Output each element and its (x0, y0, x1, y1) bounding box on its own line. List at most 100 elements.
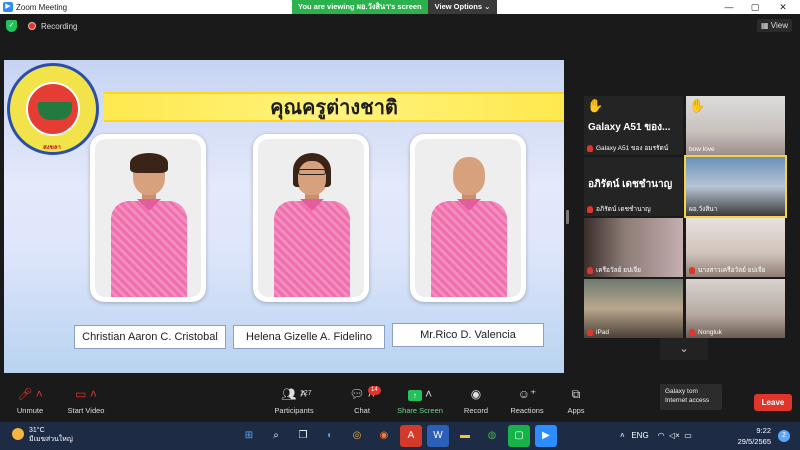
chat-label: Chat (354, 406, 370, 415)
hair (130, 153, 168, 173)
participant-tile[interactable]: iPad (584, 279, 683, 338)
chat-button[interactable]: 💬︎ ˄ 14 Chat (332, 384, 392, 420)
participant-name: iPad (596, 329, 610, 336)
battery-icon[interactable]: ▭ (684, 431, 692, 440)
volume-muted-icon[interactable]: ◁× (669, 431, 680, 440)
participant-tile[interactable]: ✋ Galaxy A51 ของ... Galaxy A51 ของ อมรรั… (584, 96, 683, 155)
more-participants-chevron-icon[interactable]: ⌄ (660, 338, 708, 360)
view-options-button[interactable]: View Options ⌄ (427, 0, 498, 14)
search-icon[interactable]: ⌕ (265, 425, 287, 447)
participant-name: อภิรัตน์ เดชชำนาญ (596, 206, 651, 213)
participant-name: Galaxy A51 ของ อมรรัตน์ (596, 145, 669, 152)
share-screen-button[interactable]: ↑ ˄ Share Screen (390, 384, 450, 420)
window-title: Zoom Meeting (16, 2, 68, 12)
share-screen-icon: ↑ (407, 390, 422, 401)
view-button[interactable]: ▦ View (757, 19, 792, 32)
mic-muted-icon (689, 329, 695, 336)
participants-button[interactable]: 👥︎ ˄ 127 Participants (264, 384, 324, 420)
participant-tile[interactable]: ✋ bow love (686, 96, 785, 155)
chrome-icon[interactable]: ◍ (481, 425, 503, 447)
participant-tile[interactable]: Nongluk (686, 279, 785, 338)
school-logo: สงขลา (7, 63, 99, 155)
clock-date: 29/5/2565 (737, 437, 771, 446)
shirt (274, 201, 350, 297)
raised-hand-icon: ✋ (689, 98, 706, 113)
participant-tile[interactable]: นางสาวเครือวัลย์ ยปเจีย (686, 218, 785, 277)
start-video-label: Start Video (67, 406, 105, 415)
apps-label: Apps (567, 406, 585, 415)
participants-count: 127 (300, 390, 312, 397)
viewing-screen-label: You are viewing ผอ.วังสินา's screen (292, 0, 428, 14)
participant-tile[interactable]: อภิรัตน์ เดชชำนาญ อภิรัตน์ เดชชำนาญ (584, 157, 683, 216)
view-label: View (770, 21, 788, 30)
weather-description: มีเมฆส่วนใหญ่ (29, 436, 73, 443)
line-app-icon[interactable]: ▢ (508, 425, 530, 447)
system-tray: ˄ ENG ◠ ◁× ▭ (620, 431, 692, 440)
windows-taskbar: 31°C มีเมฆส่วนใหญ่ ⊞ ⌕ ❐ ◐ ◎ ◉ A W ▬ ◍ ▢ … (0, 422, 800, 450)
ship-icon (38, 102, 72, 120)
pdf-reader-icon[interactable]: A (400, 425, 422, 447)
camera-app-icon[interactable]: ◎ (346, 425, 368, 447)
participants-label: Participants (274, 406, 314, 415)
tooltip-line-2: Internet access (665, 397, 710, 404)
zoom-app-icon: ▶ (3, 2, 13, 12)
minimize-button[interactable]: — (716, 0, 742, 14)
raised-hand-icon: ✋ (587, 98, 604, 113)
firefox-icon[interactable]: ◉ (373, 425, 395, 447)
word-icon[interactable]: W (427, 425, 449, 447)
start-menu-icon[interactable]: ⊞ (238, 425, 260, 447)
participant-name: bow love (689, 146, 715, 153)
wifi-icon[interactable]: ◠ (658, 431, 665, 440)
notification-badge[interactable]: 2 (778, 430, 790, 442)
face (453, 157, 485, 195)
leave-button[interactable]: Leave (754, 394, 792, 411)
meeting-top-bar: ✓ Recording ▦ View (0, 14, 800, 38)
mic-muted-icon: 🎤︎ ˄ (17, 387, 43, 401)
grid-icon: ▦ (761, 21, 771, 30)
clock-time: 9:22 (756, 426, 771, 435)
start-video-button[interactable]: ▭ ˄ Start Video (56, 384, 116, 420)
wifi-tooltip: Galaxy tom Internet access (660, 384, 722, 410)
participant-tile[interactable]: เครือวัลย์ ยปเจีย (584, 218, 683, 277)
apps-icon: ⧉ (571, 387, 581, 401)
edge-browser-icon[interactable]: ◐ (319, 425, 341, 447)
mic-muted-icon (587, 205, 593, 213)
logo-emblem (26, 82, 80, 136)
weather-sun-icon (12, 428, 24, 440)
mic-muted-icon (587, 329, 593, 336)
security-shield-icon[interactable]: ✓ (6, 20, 17, 32)
glasses (298, 169, 326, 175)
teacher-name-3: Mr.Rico D. Valencia (392, 323, 544, 347)
shirt (431, 201, 507, 297)
shared-screen: คุณครูต่างชาติ สงขลา Christian Aaron C. … (4, 60, 564, 373)
tooltip-line-1: Galaxy tom (665, 388, 698, 395)
taskbar-apps: ⊞ ⌕ ❐ ◐ ◎ ◉ A W ▬ ◍ ▢ ▶ (238, 425, 562, 447)
zoom-taskbar-icon[interactable]: ▶ (535, 425, 557, 447)
teacher-name-1: Christian Aaron C. Cristobal (74, 325, 226, 349)
unmute-button[interactable]: 🎤︎ ˄ Unmute (0, 384, 60, 420)
share-screen-label: Share Screen (397, 406, 443, 415)
participant-name: Nongluk (698, 329, 722, 336)
mic-muted-icon (587, 144, 593, 152)
teacher-photo-3 (410, 134, 526, 302)
taskbar-clock[interactable]: 9:22 29/5/2565 (737, 425, 771, 447)
participant-name: ผอ.วังสินา (689, 206, 718, 213)
weather-widget[interactable]: 31°C มีเมฆส่วนใหญ่ (12, 426, 73, 444)
apps-button[interactable]: ⧉ Apps (546, 384, 606, 420)
recording-dot-icon (28, 22, 36, 30)
logo-caption: สงขลา (43, 145, 61, 151)
panel-resize-handle[interactable] (566, 210, 569, 224)
close-button[interactable]: ✕ (770, 0, 796, 14)
teacher-photo-1 (90, 134, 206, 302)
file-explorer-icon[interactable]: ▬ (454, 425, 476, 447)
language-indicator[interactable]: ENG (631, 431, 648, 440)
maximize-button[interactable]: ▢ (742, 0, 768, 14)
participant-tile-active-speaker[interactable]: ผอ.วังสินา (684, 155, 787, 218)
teacher-name-2: Helena Gizelle A. Fidelino (233, 325, 385, 349)
participant-name: เครือวัลย์ ยปเจีย (596, 267, 641, 274)
chat-unread-badge: 14 (368, 386, 381, 395)
tray-overflow-icon[interactable]: ˄ (620, 431, 625, 440)
recording-label: Recording (41, 22, 78, 31)
participant-big-name: Galaxy A51 ของ... (588, 122, 671, 133)
task-view-icon[interactable]: ❐ (292, 425, 314, 447)
